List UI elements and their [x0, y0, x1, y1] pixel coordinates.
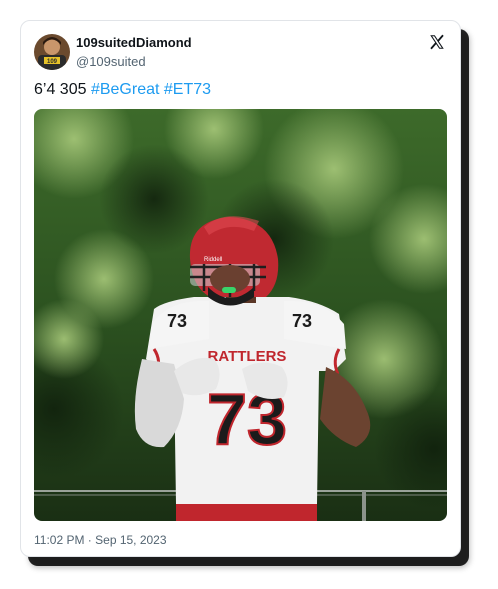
shoulder-number-left: 73 — [167, 311, 187, 331]
avatar-badge-text: 109 — [47, 59, 58, 65]
x-logo-icon[interactable] — [428, 33, 446, 51]
handle[interactable]: @109suited — [76, 54, 146, 69]
hashtag-link[interactable]: #BeGreat — [91, 81, 159, 98]
tweet-card: 109 109suitedDiamond @109suited 6’4 305 … — [20, 20, 461, 557]
hashtag-link[interactable]: #ET73 — [164, 81, 211, 98]
helmet-decal: Riddell — [204, 257, 222, 263]
display-name[interactable]: 109suitedDiamond — [76, 35, 192, 50]
tweet-photo[interactable]: RATTLERS 73 73 73 Riddell — [34, 109, 447, 521]
shoulder-number-right: 73 — [292, 311, 312, 331]
tweet-timestamp[interactable]: 11:02 PM · Sep 15, 2023 — [34, 533, 167, 547]
tweet-text-plain: 6’4 305 — [34, 81, 87, 98]
jersey-chest-text: RATTLERS — [208, 348, 287, 365]
avatar[interactable]: 109 — [34, 34, 70, 70]
tweet-text: 6’4 305 #BeGreat #ET73 — [34, 81, 211, 99]
